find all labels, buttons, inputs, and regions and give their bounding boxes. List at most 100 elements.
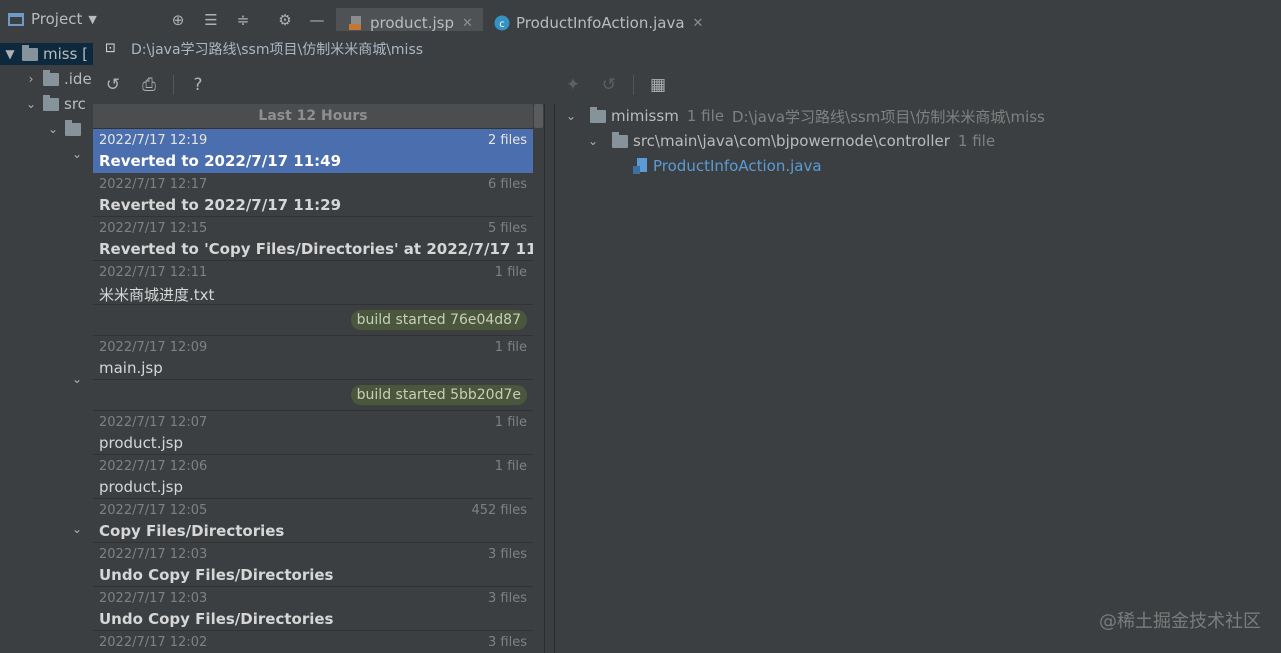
tree-item-label: .ide (64, 70, 92, 88)
chevron-down-icon[interactable]: ⌄ (24, 97, 38, 111)
expand-all-icon[interactable]: ☰ (203, 12, 219, 28)
history-toolbar: ↺ ⎙ ? (101, 71, 222, 99)
show-diff-icon[interactable]: ✦ (561, 73, 585, 97)
revert-icon[interactable]: ↺ (101, 73, 125, 97)
pane-divider[interactable] (544, 104, 545, 653)
chevron-down-icon[interactable]: ⌄ (70, 147, 84, 161)
group-header: Last 12 Hours (93, 104, 533, 129)
revision-title: Reverted to 2022/7/17 11:49 (99, 152, 342, 170)
svg-text:c: c (499, 19, 505, 30)
tree-item-collapsed[interactable]: ⌄ (70, 368, 84, 390)
revision-date: 2022/7/17 12:05 (99, 503, 208, 518)
revision-row[interactable]: 2022/7/17 12:02 3 files (93, 631, 533, 653)
jsp-file-icon (349, 16, 361, 30)
chevron-right-icon[interactable]: › (24, 72, 38, 86)
minimize-icon[interactable]: — (309, 12, 325, 28)
chevron-down-icon[interactable]: ▼ (88, 13, 96, 26)
revision-date: 2022/7/17 12:07 (99, 415, 208, 430)
revision-date: 2022/7/17 12:09 (99, 340, 208, 355)
local-history-popup: ⊡ D:\java学习路线\ssm项目\仿制米米商城\miss ↺ ⎙ ? ✦ … (93, 31, 1281, 653)
revision-row[interactable]: 2022/7/17 12:17 6 files Reverted to 2022/7… (93, 173, 533, 217)
revision-row[interactable]: 2022/7/17 12:19 2 files Reverted to 2022/7… (93, 129, 533, 173)
revision-date: 2022/7/17 12:17 (99, 177, 208, 192)
tree-item-src[interactable]: ⌄ src (24, 93, 86, 115)
history-icon: ⊡ (105, 41, 116, 56)
revision-row[interactable]: 2022/7/17 12:05 452 files Copy Files/Direc… (93, 499, 533, 543)
help-icon[interactable]: ? (186, 73, 210, 97)
revision-date: 2022/7/17 12:19 (99, 133, 208, 148)
revision-file-count: 1 file (494, 340, 527, 355)
tree-item-miss[interactable]: ▼ miss [ (0, 43, 93, 65)
revision-row[interactable]: 2022/7/17 12:09 1 file main.jsp (93, 336, 533, 380)
chevron-down-icon[interactable]: ⌄ (585, 134, 601, 148)
build-marker-row[interactable]: build started 5bb20d7e (93, 380, 533, 411)
revision-date: 2022/7/17 12:15 (99, 221, 208, 236)
folder-icon (43, 69, 59, 86)
list-scrollbar[interactable] (533, 104, 545, 653)
gear-icon[interactable]: ⚙ (277, 12, 293, 28)
tree-item-label: src (64, 95, 86, 113)
revision-title: Undo Copy Files/Directories (99, 610, 334, 628)
revision-file-count: 6 files (488, 177, 527, 192)
history-path-bar: ⊡ D:\java学习路线\ssm项目\仿制米米商城\miss (93, 31, 1281, 67)
chevron-down-icon[interactable]: ⌄ (46, 122, 60, 136)
tree-item-root[interactable]: ⌄ mimissm 1 file D:\java学习路线\ssm项目\仿制米米商… (563, 104, 1045, 128)
project-panel-title[interactable]: Project (31, 10, 82, 28)
project-window-icon (8, 12, 24, 26)
build-badge: build started 76e04d87 (350, 310, 527, 330)
tree-item-idea[interactable]: › .ide (24, 68, 92, 90)
scrollbar-thumb[interactable] (534, 104, 543, 128)
changes-tree: ⌄ mimissm 1 file D:\java学习路线\ssm项目\仿制米米商… (555, 104, 1281, 653)
collapse-all-icon[interactable]: ≑ (235, 12, 251, 28)
tab-label: product.jsp (370, 14, 454, 32)
locate-icon[interactable]: ⊕ (170, 12, 186, 28)
root-path: D:\java学习路线\ssm项目\仿制米米商城\miss (731, 107, 1045, 126)
root-name: mimissm (611, 107, 679, 125)
revision-row[interactable]: 2022/7/17 12:06 1 file product.jsp (93, 455, 533, 499)
toolbar-separator (173, 75, 174, 95)
chevron-down-icon[interactable]: ⌄ (563, 109, 579, 123)
revision-title: 米米商城进度.txt (99, 286, 215, 304)
revision-file-count: 5 files (488, 221, 527, 236)
chevron-down-icon[interactable]: ▼ (3, 47, 17, 61)
group-by-icon[interactable]: ▦ (646, 73, 670, 97)
revision-date: 2022/7/17 12:11 (99, 265, 208, 280)
chevron-down-icon[interactable]: ⌄ (70, 522, 84, 536)
revision-file-count: 3 files (488, 591, 527, 606)
build-marker-row[interactable]: build started 76e04d87 (93, 305, 533, 336)
revision-file-count: 1 file (494, 265, 527, 280)
revision-title: Reverted to 2022/7/17 11:29 (99, 196, 342, 214)
folder-icon (612, 131, 628, 148)
close-icon[interactable]: ✕ (462, 16, 473, 31)
project-tree: ▼ miss [ › .ide ⌄ src ⌄ ⌄ ⌄ ⌄ (0, 38, 93, 653)
tree-item-package[interactable]: ⌄ src\main\java\com\bjpowernode\controll… (585, 129, 995, 153)
revision-title: Reverted to 'Copy Files/Directories' at … (99, 240, 533, 258)
revision-file-count: 2 files (488, 133, 527, 148)
revision-file-count: 3 files (488, 547, 527, 562)
package-file-count: 1 file (957, 132, 996, 150)
revision-row[interactable]: 2022/7/17 12:15 5 files Reverted to 'Copy … (93, 217, 533, 261)
tree-item-collapsed[interactable]: ⌄ (70, 518, 84, 540)
java-file-icon (633, 158, 647, 174)
tree-item-folder[interactable]: ⌄ (46, 118, 86, 140)
module-folder-icon (22, 44, 38, 61)
chevron-down-icon[interactable]: ⌄ (70, 372, 84, 386)
revision-row[interactable]: 2022/7/17 12:07 1 file product.jsp (93, 411, 533, 455)
tree-item-label: miss [ (43, 45, 89, 63)
revision-title: Copy Files/Directories (99, 522, 285, 540)
tree-item-collapsed[interactable]: ⌄ (70, 143, 84, 165)
create-patch-icon[interactable]: ⎙ (137, 73, 161, 97)
revision-row[interactable]: 2022/7/17 12:11 1 file 米米商城进度.txt (93, 261, 533, 305)
watermark: @稀土掘金技术社区 (1099, 611, 1261, 632)
package-name: src\main\java\com\bjpowernode\controller (633, 132, 950, 150)
revert-selection-icon[interactable]: ↺ (597, 73, 621, 97)
changes-toolbar: ✦ ↺ ▦ (561, 71, 682, 99)
revision-row[interactable]: 2022/7/17 12:03 3 files Undo Copy Files/Di… (93, 543, 533, 587)
revision-row[interactable]: 2022/7/17 12:03 3 files Undo Copy Files/Di… (93, 587, 533, 631)
revision-title: Undo Copy Files/Directories (99, 566, 334, 584)
tree-item-file[interactable]: ProductInfoAction.java (633, 154, 822, 178)
file-name[interactable]: ProductInfoAction.java (653, 157, 822, 175)
close-icon[interactable]: ✕ (693, 16, 704, 31)
module-folder-icon (590, 106, 606, 123)
java-class-icon: c (494, 15, 510, 31)
